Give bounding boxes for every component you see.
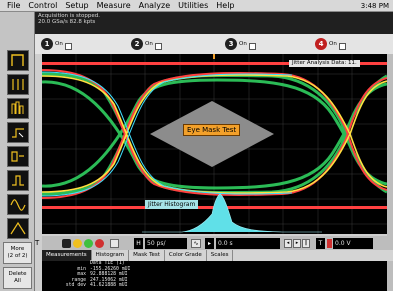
tab-mask-test[interactable]: Mask Test	[129, 250, 165, 261]
mask-tool-icon	[11, 151, 24, 162]
channel-2-number: 2	[131, 38, 143, 50]
eye-mask-test-label: Eye Mask Test	[183, 124, 241, 136]
mask-tool-button[interactable]	[7, 146, 29, 167]
menu-setup[interactable]: Setup	[61, 0, 92, 12]
channel-3-checkbox[interactable]	[248, 42, 256, 50]
delete-all-button[interactable]: Delete All	[3, 267, 32, 289]
tab-measurements[interactable]: Measurements	[42, 250, 92, 261]
marker-tool-button[interactable]	[7, 74, 29, 95]
jitter-histogram-label: Jitter Histogram	[145, 200, 199, 209]
zoom-tool-button[interactable]	[7, 50, 29, 71]
waveform-display[interactable]: Jitter Analysis Data: 11. Eye Mask Test …	[42, 54, 387, 234]
clock: 3:48 PM	[360, 2, 389, 10]
edge-tool-icon	[12, 175, 24, 186]
delay-icon: ▸	[205, 238, 214, 249]
tab-scales[interactable]: Scales	[207, 250, 234, 261]
measure-tool-icon	[12, 128, 24, 138]
more-button-label: More	[10, 246, 25, 252]
channel-3[interactable]: 3 On	[225, 36, 256, 52]
channel-1[interactable]: 1 On	[41, 36, 72, 52]
menu-analyze[interactable]: Analyze	[135, 0, 175, 12]
marker-tool-icon	[12, 79, 24, 90]
acquisition-status: Acquisition is stopped. 20.0 GSa/s 82.8 …	[35, 12, 393, 34]
delete-button-sub: All	[14, 278, 21, 284]
tab-histogram[interactable]: Histogram	[92, 250, 130, 261]
menu-help[interactable]: Help	[212, 0, 238, 12]
trigger-level-field[interactable]: 0.0 V	[333, 238, 373, 249]
analysis-tag: Jitter Analysis Data: 11.	[289, 60, 360, 67]
eye-diagram	[42, 54, 387, 234]
jitter-tool-button[interactable]	[7, 218, 29, 239]
channel-2-color-indicator[interactable]	[84, 239, 93, 248]
menu-control[interactable]: Control	[24, 0, 61, 12]
tab-color-grade[interactable]: Color Grade	[165, 250, 207, 261]
channel-4[interactable]: 4 On	[315, 36, 346, 52]
edge-tool-button[interactable]	[7, 170, 29, 191]
menu-utilities[interactable]: Utilities	[174, 0, 212, 12]
channel-2-state: On	[145, 41, 153, 47]
channel-bar: 1 On 2 On 3 On 4 On	[35, 34, 393, 54]
histogram-tool-button[interactable]	[7, 98, 29, 119]
channel-2[interactable]: 2 On	[131, 36, 162, 52]
channel-1-color-indicator[interactable]	[73, 239, 82, 248]
more-button[interactable]: More (2 of 2)	[3, 242, 32, 264]
channel-3-number: 3	[225, 38, 237, 50]
sample-rate: 20.0 GSa/s 82.8 kpts	[38, 19, 96, 25]
channel-1-state: On	[55, 41, 63, 47]
delay-pause-button[interactable]: ‖	[302, 239, 310, 248]
timebase-field[interactable]: 50 ps/	[145, 238, 187, 249]
histogram-tool-icon	[11, 101, 24, 114]
zoom-tool-icon	[11, 54, 24, 66]
results-tabs: Measurements Histogram Mask Test Color G…	[42, 250, 393, 261]
channel-4-color-indicator[interactable]	[95, 239, 104, 248]
horizontal-icon: H	[134, 238, 143, 249]
jitter-tool-icon	[10, 221, 26, 235]
measure-tool-button[interactable]	[7, 122, 29, 143]
oscilloscope-app: File Control Setup Measure Analyze Utili…	[0, 0, 393, 291]
channel-2-checkbox[interactable]	[154, 42, 162, 50]
channel-4-checkbox[interactable]	[338, 42, 346, 50]
waveform-tool-icon	[10, 199, 26, 211]
timebase-adjust-button[interactable]: ∿	[191, 239, 201, 248]
run-control-button[interactable]	[110, 239, 119, 248]
measurements-panel: Data TIE (1) min -155.26260 mUI max 92.8…	[42, 261, 387, 291]
menu-bar: File Control Setup Measure Analyze Utili…	[0, 0, 393, 12]
channel-3-state: On	[239, 41, 247, 47]
channel-1-number: 1	[41, 38, 53, 50]
trigger-icon: T	[316, 238, 325, 249]
menu-measure[interactable]: Measure	[93, 0, 135, 12]
delay-field[interactable]: 0.0 s	[216, 238, 280, 249]
more-button-page: (2 of 2)	[7, 253, 28, 259]
measurement-label: std dev	[65, 283, 86, 289]
delay-right-button[interactable]: ▸	[293, 239, 301, 248]
measurement-value: 41.621888 mUI	[90, 283, 128, 289]
t-marker: T	[35, 239, 40, 247]
waveform-tool-button[interactable]	[7, 194, 29, 215]
channel-4-number: 4	[315, 38, 327, 50]
delete-button-label: Delete	[8, 271, 27, 277]
delay-left-button[interactable]: ◂	[284, 239, 292, 248]
channel-4-state: On	[329, 41, 337, 47]
channel-1-checkbox[interactable]	[64, 42, 72, 50]
channel-1-scale-button[interactable]	[62, 239, 71, 248]
menu-file[interactable]: File	[0, 0, 24, 12]
trigger-source-indicator	[327, 239, 332, 248]
left-toolbar: More (2 of 2) Delete All	[0, 12, 35, 291]
